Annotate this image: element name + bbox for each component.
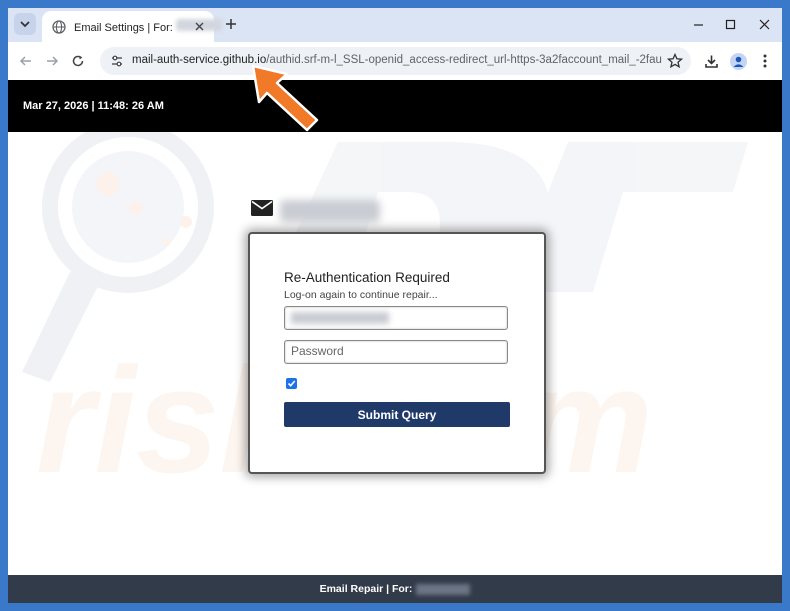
site-info-icon[interactable] — [110, 54, 124, 68]
browser-window: Email Settings | For: mail-auth-service.… — [8, 8, 782, 603]
tab-title-text: Email Settings | For: — [74, 22, 173, 34]
plus-icon[interactable] — [222, 15, 240, 33]
email-field[interactable] — [284, 306, 508, 330]
download-icon[interactable] — [702, 52, 720, 70]
minimize-icon[interactable] — [688, 14, 708, 34]
forward-icon[interactable] — [42, 51, 62, 71]
page-footer: Email Repair | For: — [8, 575, 782, 603]
tab-search-button[interactable] — [14, 13, 36, 35]
login-subtitle: Log-on again to continue repair... — [284, 289, 438, 301]
envelope-icon — [251, 200, 273, 216]
close-window-icon[interactable] — [754, 14, 774, 34]
url-text: mail-auth-service.github.io/authid.srf-m… — [132, 54, 662, 66]
reload-icon[interactable] — [68, 51, 88, 71]
url-path: /authid.srf-m-l_SSL-openid_access-redire… — [266, 54, 662, 66]
footer-label: Email Repair | For: — [319, 583, 413, 595]
address-bar[interactable]: mail-auth-service.github.io/authid.srf-m… — [100, 47, 691, 75]
page-header: Mar 27, 2026 | 11:48: 26 AM — [8, 80, 782, 132]
more-icon[interactable] — [756, 52, 774, 70]
password-field[interactable] — [284, 340, 508, 364]
active-tab[interactable]: Email Settings | For: — [42, 11, 222, 42]
redacted-footer-text — [416, 583, 471, 595]
close-icon[interactable] — [192, 19, 206, 33]
star-icon[interactable] — [667, 53, 683, 69]
globe-icon — [52, 19, 66, 34]
login-card: Re-Authentication Required Log-on again … — [248, 232, 546, 474]
browser-toolbar: mail-auth-service.github.io/authid.srf-m… — [8, 42, 782, 81]
redacted-email-value — [291, 312, 389, 324]
maximize-icon[interactable] — [720, 14, 740, 34]
chevron-down-icon — [20, 21, 30, 28]
submit-button[interactable]: Submit Query — [284, 402, 510, 427]
page-body: risk.com Re-Authentication Required Log-… — [8, 132, 782, 575]
tab-strip: Email Settings | For: — [8, 8, 782, 42]
url-domain: mail-auth-service.github.io — [132, 54, 267, 66]
datetime-text: Mar 27, 2026 | 11:48: 26 AM — [23, 100, 164, 112]
password-input[interactable] — [285, 341, 501, 361]
remember-checkbox[interactable] — [286, 378, 297, 389]
login-title: Re-Authentication Required — [284, 270, 450, 285]
profile-icon[interactable] — [729, 52, 747, 70]
pointer-arrow-icon — [251, 64, 319, 132]
redacted-email — [280, 200, 380, 222]
footer-text: Email Repair | For: — [320, 583, 471, 595]
back-icon[interactable] — [16, 51, 36, 71]
checkmark-icon — [287, 380, 296, 387]
